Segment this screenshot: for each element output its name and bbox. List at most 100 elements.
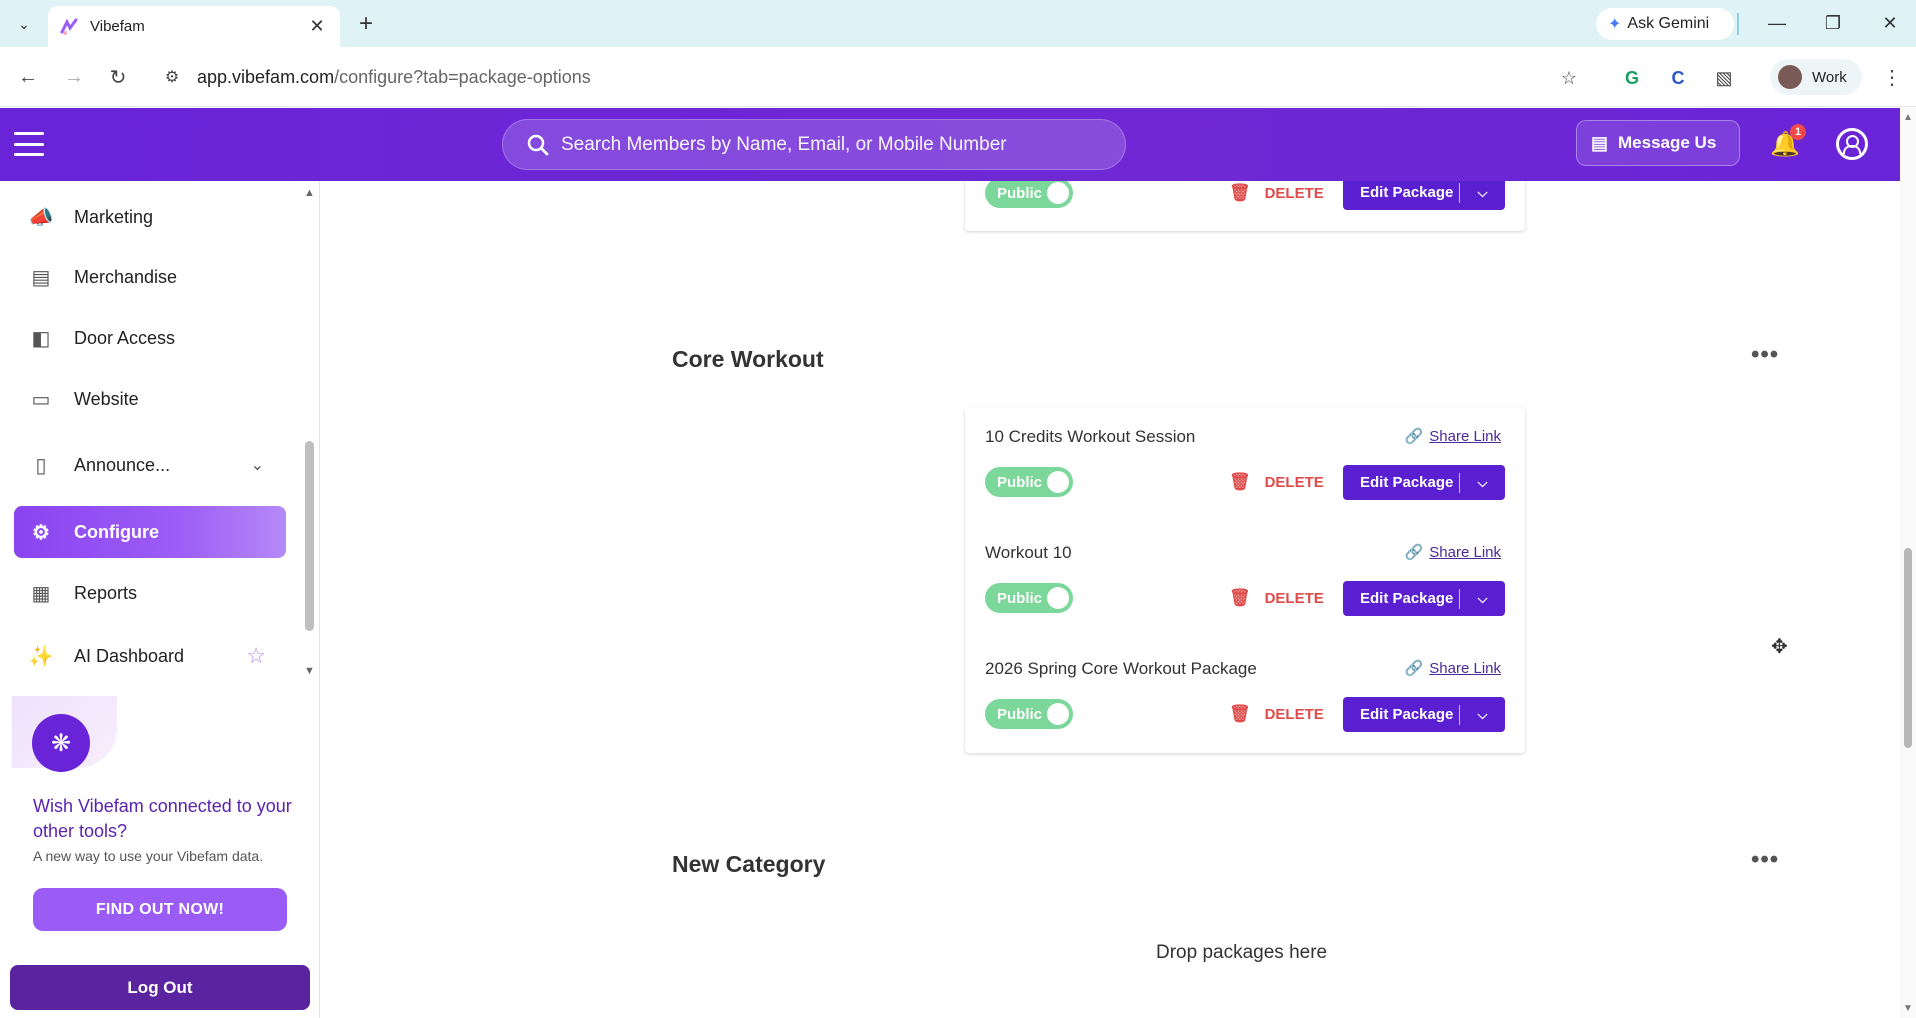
more-options-icon[interactable]: •••	[1751, 846, 1779, 874]
grammarly-icon[interactable]: G	[1617, 63, 1647, 93]
favorite-star-icon[interactable]: ☆	[246, 643, 266, 669]
vibefam-favicon-icon	[60, 18, 78, 35]
more-options-icon[interactable]: •••	[1751, 341, 1779, 369]
sidebar-item-merchandise[interactable]: ▤ Merchandise	[14, 251, 286, 303]
page-scrollbar[interactable]: ▲ ▼	[1900, 108, 1916, 1018]
share-link[interactable]: 🔗 Share Link	[1404, 543, 1501, 562]
phone-icon: ▯	[35, 454, 47, 477]
edit-package-label: Edit Package	[1360, 590, 1454, 607]
delete-button[interactable]: 🗑 DELETE	[1229, 699, 1324, 729]
scroll-up-icon[interactable]: ▲	[304, 187, 315, 199]
edit-package-button[interactable]: Edit Package ⌵	[1343, 697, 1505, 732]
reload-icon[interactable]: ↻	[104, 63, 132, 91]
toggle-label: Public	[997, 589, 1043, 607]
tab-close-icon[interactable]: ✕	[306, 16, 328, 37]
chevron-down-icon[interactable]: ⌵	[1460, 185, 1505, 201]
app-header: ▤ Message Us 🔔 1	[0, 108, 1900, 181]
profile-button[interactable]: Work	[1770, 59, 1862, 95]
public-toggle[interactable]: Public	[985, 181, 1073, 208]
toggle-label: Public	[997, 473, 1043, 491]
sidebar-item-door-access[interactable]: ◧ Door Access	[14, 312, 286, 364]
delete-button[interactable]: 🗑 DELETE	[1229, 583, 1324, 613]
package-name: 10 Credits Workout Session	[985, 427, 1196, 446]
member-search[interactable]	[502, 119, 1126, 170]
forward-icon[interactable]: →	[60, 63, 88, 91]
scroll-down-icon[interactable]: ▼	[1903, 1003, 1913, 1014]
sparkle-icon: ✨	[28, 645, 54, 668]
account-icon[interactable]	[1836, 128, 1868, 160]
extensions-puzzle-icon[interactable]: ▧	[1709, 63, 1739, 93]
edit-package-button[interactable]: Edit Package ⌵	[1343, 181, 1505, 210]
search-icon	[527, 134, 549, 155]
sidebar-scrollbar[interactable]: ▲ ▼	[303, 181, 317, 681]
sidebar-item-website[interactable]: ▭ Website	[14, 373, 286, 425]
public-toggle[interactable]: Public	[985, 699, 1073, 729]
door-lock-icon: ◧	[31, 327, 51, 350]
restore-icon[interactable]: ❐	[1813, 8, 1853, 38]
share-link-label: Share Link	[1429, 659, 1501, 677]
public-toggle[interactable]: Public	[985, 583, 1073, 613]
hamburger-menu-icon[interactable]	[14, 132, 44, 156]
public-toggle[interactable]: Public	[985, 467, 1073, 497]
integrations-promo: ❋ Wish Vibefam connected to your other t…	[12, 696, 302, 941]
share-link[interactable]: 🔗 Share Link	[1405, 659, 1501, 678]
message-us-button[interactable]: ▤ Message Us	[1576, 120, 1740, 166]
window-close-icon[interactable]: ✕	[1870, 8, 1910, 38]
sidebar-item-reports[interactable]: ▦ Reports	[14, 567, 286, 619]
trash-icon: 🗑	[1229, 704, 1251, 723]
gemini-sparkle-icon: ✦	[1608, 16, 1622, 33]
chevron-down-icon[interactable]: ⌵	[1460, 591, 1505, 607]
minimize-icon[interactable]: —	[1757, 8, 1797, 38]
delete-label: DELETE	[1264, 184, 1324, 202]
scroll-down-icon[interactable]: ▼	[304, 665, 315, 677]
sidebar-item-announcements[interactable]: ▯ Announce... ⌄	[14, 439, 286, 491]
chat-icon: ▤	[1591, 132, 1609, 153]
trash-icon: 🗑	[1229, 183, 1251, 202]
find-out-now-button[interactable]: FIND OUT NOW!	[33, 888, 287, 931]
sidebar-item-label: Reports	[74, 582, 138, 603]
sidebar-item-ai-dashboard[interactable]: ✨ AI Dashboard ☆	[14, 630, 286, 682]
tab-search-chevron-icon[interactable]: ⌄	[10, 11, 38, 37]
sidebar-item-label: AI Dashboard	[74, 645, 185, 666]
new-tab-icon[interactable]: +	[352, 10, 380, 38]
promo-title: Wish Vibefam connected to your other too…	[33, 796, 292, 841]
site-info-icon[interactable]: ⚙	[160, 63, 184, 91]
scrollbar-thumb[interactable]	[305, 441, 314, 631]
separator	[1737, 13, 1739, 35]
browser-menu-icon[interactable]: ⋮	[1878, 63, 1906, 91]
chevron-down-icon[interactable]: ⌄	[251, 455, 264, 475]
link-icon: 🔗	[1404, 544, 1424, 561]
log-out-button[interactable]: Log Out	[10, 965, 310, 1010]
ask-gemini-button[interactable]: ✦ Ask Gemini	[1596, 8, 1734, 40]
edit-package-button[interactable]: Edit Package ⌵	[1343, 465, 1505, 500]
notification-badge: 1	[1790, 124, 1806, 140]
chevron-down-icon[interactable]: ⌵	[1460, 707, 1505, 723]
edit-package-label: Edit Package	[1360, 706, 1454, 723]
url-field[interactable]: app.vibefam.com/configure?tab=package-op…	[197, 67, 591, 88]
sidebar-item-configure[interactable]: ⚙ Configure	[14, 506, 286, 558]
megaphone-icon: 📣	[28, 206, 54, 229]
browser-tab[interactable]: Vibefam ✕	[48, 6, 340, 47]
url-path: /configure?tab=package-options	[334, 67, 591, 87]
back-icon[interactable]: ←	[14, 63, 42, 91]
delete-button[interactable]: 🗑 DELETE	[1229, 181, 1324, 208]
sidebar-item-marketing[interactable]: 📣 Marketing	[14, 191, 286, 243]
extension-c-icon[interactable]: C	[1663, 63, 1693, 93]
sidebar-item-label: Door Access	[74, 327, 176, 348]
sidebar-item-label: Announce...	[74, 454, 171, 475]
edit-package-button[interactable]: Edit Package ⌵	[1343, 581, 1505, 616]
package-name: Workout 10	[985, 543, 1072, 562]
delete-button[interactable]: 🗑 DELETE	[1229, 467, 1324, 497]
sidebar: 📣 Marketing ▤ Merchandise ◧ Door Access …	[0, 181, 320, 1018]
move-cursor-icon: ✥	[1771, 636, 1788, 658]
scrollbar-thumb[interactable]	[1904, 548, 1912, 748]
scroll-up-icon[interactable]: ▲	[1903, 112, 1913, 123]
bookmark-star-icon[interactable]: ☆	[1554, 63, 1584, 93]
toggle-knob	[1047, 587, 1069, 609]
link-icon: 🔗	[1404, 428, 1424, 445]
share-link[interactable]: 🔗 Share Link	[1404, 427, 1501, 446]
search-input[interactable]	[561, 133, 1101, 156]
share-link-label: Share Link	[1429, 427, 1501, 445]
chevron-down-icon[interactable]: ⌵	[1460, 475, 1505, 491]
browser-tab-strip: ⌄ Vibefam ✕ + ✦ Ask Gemini — ❐ ✕	[0, 0, 1916, 47]
